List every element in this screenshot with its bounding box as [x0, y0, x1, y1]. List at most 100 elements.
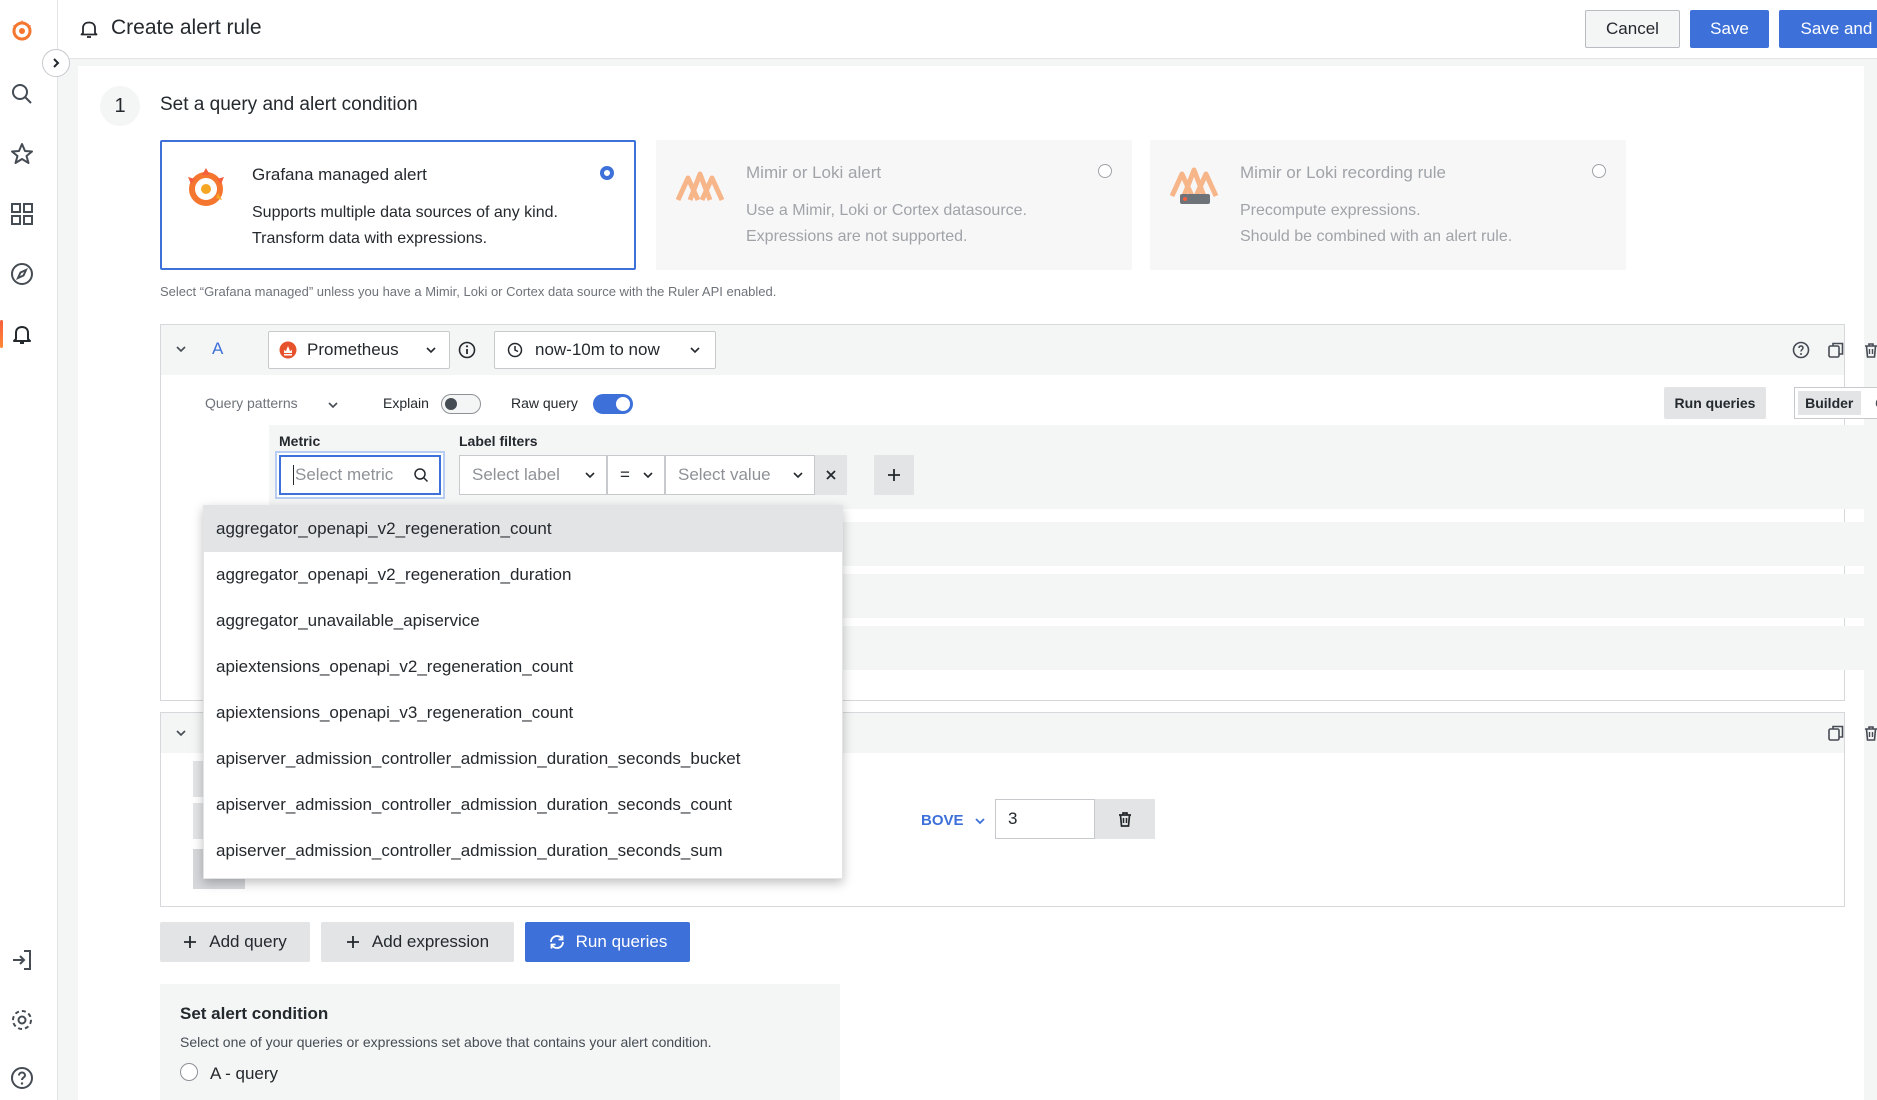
recording-rule-logo-icon [1170, 160, 1220, 210]
delete-query-icon[interactable] [1861, 340, 1877, 360]
save-button[interactable]: Save [1690, 10, 1769, 48]
step-title: Set a query and alert condition [160, 94, 418, 115]
operator-select[interactable]: = [607, 455, 665, 495]
metric-option[interactable]: apiserver_admission_controller_admission… [204, 828, 842, 874]
bell-icon [80, 19, 98, 39]
rule-type-hint: Select “Grafana managed” unless you have… [160, 284, 777, 299]
explain-toggle[interactable] [441, 394, 481, 414]
help-icon[interactable] [8, 1064, 36, 1092]
run-queries-small-button[interactable]: Run queries [1664, 387, 1766, 419]
alert-condition-description: Select one of your queries or expression… [180, 1034, 712, 1050]
collapse-chevron-icon[interactable] [175, 343, 187, 355]
chevron-down-icon [643, 472, 653, 479]
threshold-operator-value: BOVE [921, 812, 964, 829]
metric-option[interactable]: aggregator_unavailable_apiservice [204, 598, 842, 644]
datasource-name: Prometheus [307, 340, 399, 359]
chevron-down-icon [426, 347, 436, 354]
rule-type-description: Use a Mimir, Loki or Cortex datasource. … [746, 198, 1027, 250]
metric-option[interactable]: aggregator_openapi_v2_regeneration_durat… [204, 552, 842, 598]
metric-option[interactable]: aggregator_openapi_v2_regeneration_count [204, 506, 842, 552]
radio-selected[interactable] [600, 166, 614, 180]
metric-select-input[interactable]: Select metric [279, 455, 441, 495]
sync-icon [549, 935, 564, 949]
chevron-down-icon [690, 347, 700, 354]
sign-in-icon[interactable] [8, 946, 36, 974]
radio-unselected[interactable] [1592, 164, 1606, 178]
alerting-bell-icon[interactable] [8, 320, 36, 348]
plus-icon [346, 936, 359, 948]
rule-type-description: Precompute expressions. Should be combin… [1240, 198, 1512, 250]
cancel-button[interactable]: Cancel [1585, 10, 1680, 48]
delete-expression-icon[interactable] [1861, 723, 1877, 743]
metric-option[interactable]: apiextensions_openapi_v3_regeneration_co… [204, 690, 842, 736]
trash-icon [1119, 812, 1131, 827]
rule-type-desc-line: Precompute expressions. [1240, 202, 1421, 219]
metric-option[interactable]: apiextensions_openapi_v2_regeneration_co… [204, 644, 842, 690]
duplicate-query-icon[interactable] [1826, 340, 1846, 360]
settings-gear-icon[interactable] [8, 1006, 36, 1034]
value-select[interactable]: Select value [665, 455, 815, 495]
clock-icon [507, 342, 523, 358]
threshold-operator-select[interactable]: BOVE [921, 812, 986, 829]
time-range-picker[interactable]: now-10m to now [494, 331, 716, 369]
collapse-chevron-icon[interactable] [175, 727, 187, 739]
label-select[interactable]: Select label [459, 455, 607, 495]
datasource-picker[interactable]: Prometheus [268, 331, 450, 369]
dashboards-icon[interactable] [8, 200, 36, 228]
rule-type-title: Mimir or Loki alert [746, 163, 882, 182]
label-placeholder: Select label [472, 465, 560, 484]
radio-unselected[interactable] [1098, 164, 1112, 178]
rule-type-title: Grafana managed alert [252, 165, 427, 184]
chevron-down-icon[interactable] [327, 399, 339, 411]
condition-radio-a[interactable] [180, 1063, 198, 1081]
plus-icon [184, 936, 197, 948]
chevron-down-icon [585, 472, 595, 479]
page-title: Create alert rule [111, 16, 262, 39]
remove-filter-button[interactable] [815, 455, 847, 495]
threshold-value: 3 [1008, 809, 1018, 828]
explain-label: Explain [383, 395, 429, 411]
prometheus-icon [279, 341, 297, 359]
run-queries-label: Run queries [575, 932, 668, 951]
save-and-exit-button[interactable]: Save and exit [1779, 10, 1877, 48]
raw-query-label: Raw query [511, 395, 578, 411]
plus-icon [888, 469, 900, 481]
info-icon[interactable] [458, 341, 476, 359]
time-range-value: now-10m to now [535, 340, 660, 359]
raw-query-toggle[interactable] [593, 394, 633, 414]
metric-label: Metric [279, 433, 321, 449]
threshold-value-input[interactable]: 3 [995, 799, 1095, 839]
add-expression-button[interactable]: Add expression [321, 922, 514, 962]
rule-type-description: Supports multiple data sources of any ki… [252, 200, 558, 252]
metric-dropdown: aggregator_openapi_v2_regeneration_count… [203, 505, 843, 879]
grafana-logo-icon[interactable] [8, 16, 36, 44]
add-query-button[interactable]: Add query [160, 922, 310, 962]
alert-condition-section: Set alert condition Select one of your q… [160, 984, 840, 1100]
run-queries-button[interactable]: Run queries [525, 922, 690, 962]
rule-type-mimir-loki-alert[interactable]: Mimir or Loki alert Use a Mimir, Loki or… [656, 140, 1132, 270]
search-icon[interactable] [8, 80, 36, 108]
rule-type-title: Mimir or Loki recording rule [1240, 163, 1446, 182]
mode-builder-button[interactable]: Builder [1798, 391, 1861, 415]
metric-option[interactable]: apiserver_admission_controller_admission… [204, 782, 842, 828]
query-patterns-dropdown[interactable]: Query patterns [205, 395, 298, 411]
operator-value: = [620, 465, 630, 484]
metric-placeholder: Select metric [293, 465, 394, 485]
query-ref-id[interactable]: A [212, 339, 223, 359]
rule-type-mimir-loki-recording[interactable]: Mimir or Loki recording rule Precompute … [1150, 140, 1626, 270]
rule-type-desc-line: Expressions are not supported. [746, 228, 968, 245]
expand-sidebar-button[interactable] [42, 49, 70, 77]
add-filter-button[interactable] [874, 455, 914, 495]
explore-compass-icon[interactable] [8, 260, 36, 288]
duplicate-expression-icon[interactable] [1826, 723, 1846, 743]
rule-type-grafana-managed[interactable]: Grafana managed alert Supports multiple … [160, 140, 636, 270]
rule-type-desc-line: Supports multiple data sources of any ki… [252, 204, 558, 221]
mode-code-button[interactable]: Code [1861, 391, 1877, 415]
grafana-logo-icon [182, 162, 232, 212]
rule-type-desc-line: Transform data with expressions. [252, 230, 488, 247]
star-icon[interactable] [8, 140, 36, 168]
metric-option[interactable]: apiserver_admission_controller_admission… [204, 736, 842, 782]
delete-condition-button[interactable] [1095, 799, 1155, 839]
mimir-loki-logo-icon [676, 160, 726, 210]
query-help-icon[interactable] [1791, 340, 1811, 360]
